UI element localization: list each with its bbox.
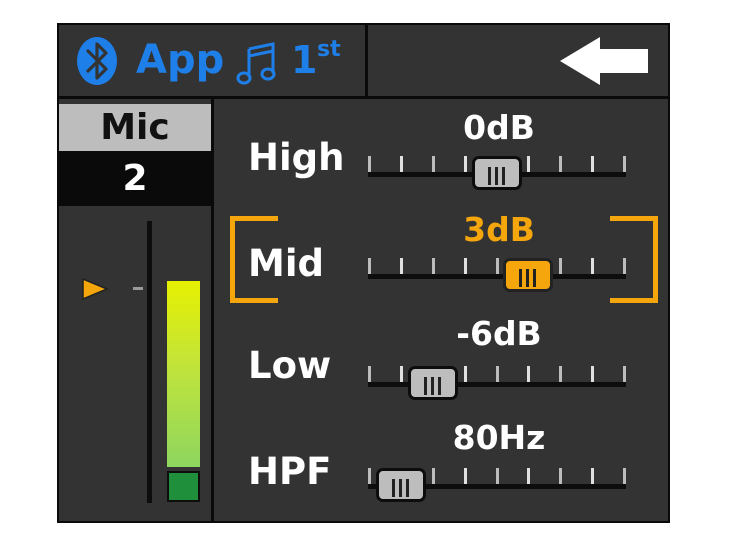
- thumb-grip: [399, 479, 402, 497]
- slider-tick: [368, 258, 371, 274]
- slider-tick: [400, 258, 403, 274]
- band-value: -6dB: [456, 314, 542, 353]
- band-value: 0dB: [463, 108, 535, 147]
- slider-tick: [400, 156, 403, 172]
- band-label: Mid: [248, 242, 324, 285]
- band-label: HPF: [248, 450, 332, 493]
- high-slider[interactable]: [368, 156, 630, 192]
- slider-tick: [591, 156, 594, 172]
- slider-tick: [559, 156, 562, 172]
- mixer-screen: App 1 st Mic 2 High 0dB Mid 3dB Low -6dB…: [57, 23, 670, 523]
- thumb-grip: [424, 377, 427, 395]
- thumb-grip: [431, 377, 434, 395]
- thumb-grip: [488, 167, 491, 185]
- slider-tick: [464, 258, 467, 274]
- slider-tick: [559, 366, 562, 382]
- slider-tick: [591, 258, 594, 274]
- slider-tick: [464, 366, 467, 382]
- slider-tick: [496, 366, 499, 382]
- slider-tick: [368, 468, 371, 484]
- slider-tick: [368, 156, 371, 172]
- slider-track: [368, 382, 626, 387]
- thumb-grip: [392, 479, 395, 497]
- eq-panel: High 0dB Mid 3dB Low -6dB HPF 80Hz: [0, 0, 730, 548]
- slider-tick: [368, 366, 371, 382]
- slider-tick: [432, 468, 435, 484]
- slider-tick: [432, 258, 435, 274]
- slider-thumb[interactable]: [472, 156, 522, 190]
- thumb-grip: [438, 377, 441, 395]
- slider-tick: [623, 366, 626, 382]
- slider-thumb[interactable]: [408, 366, 458, 400]
- slider-thumb[interactable]: [376, 468, 426, 502]
- hpf-slider[interactable]: [368, 468, 630, 504]
- slider-tick: [527, 366, 530, 382]
- slider-tick: [559, 258, 562, 274]
- slider-tick: [527, 468, 530, 484]
- slider-tick: [464, 468, 467, 484]
- slider-tick: [623, 468, 626, 484]
- band-label: High: [248, 136, 345, 179]
- low-slider[interactable]: [368, 366, 630, 402]
- thumb-grip: [526, 269, 529, 287]
- slider-tick: [591, 366, 594, 382]
- mid-slider[interactable]: [368, 258, 630, 294]
- slider-track: [368, 274, 626, 279]
- slider-tick: [623, 156, 626, 172]
- band-value: 80Hz: [452, 418, 546, 457]
- thumb-grip: [533, 269, 536, 287]
- band-label: Low: [248, 344, 332, 387]
- thumb-grip: [519, 269, 522, 287]
- slider-thumb[interactable]: [503, 258, 553, 292]
- slider-tick: [623, 258, 626, 274]
- band-value: 3dB: [463, 210, 535, 249]
- thumb-grip: [406, 479, 409, 497]
- slider-tick: [432, 156, 435, 172]
- slider-tick: [559, 468, 562, 484]
- slider-tick: [496, 468, 499, 484]
- slider-tick: [496, 258, 499, 274]
- slider-tick: [464, 156, 467, 172]
- slider-tick: [527, 156, 530, 172]
- thumb-grip: [502, 167, 505, 185]
- slider-tick: [400, 366, 403, 382]
- thumb-grip: [495, 167, 498, 185]
- slider-tick: [591, 468, 594, 484]
